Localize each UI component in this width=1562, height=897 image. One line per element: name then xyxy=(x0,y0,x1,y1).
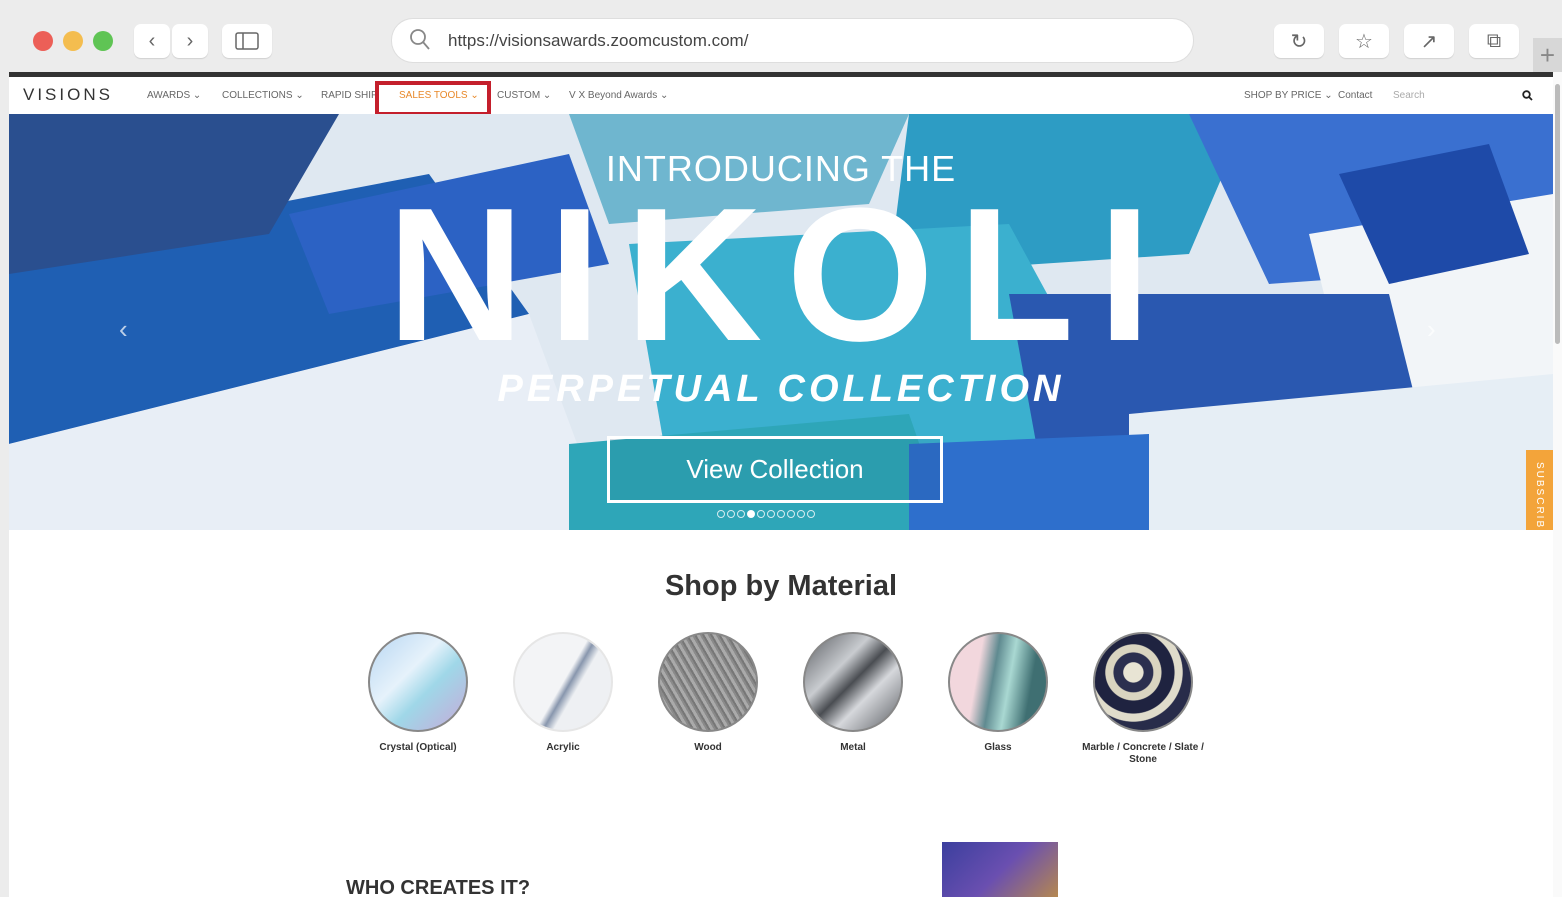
reload-button[interactable]: ↻ xyxy=(1274,24,1324,58)
minimize-window-button[interactable] xyxy=(63,31,83,51)
close-window-button[interactable] xyxy=(33,31,53,51)
search-icon[interactable] xyxy=(1522,90,1533,101)
hero-carousel: INTRODUCING THE NIKOLI PERPETUAL COLLECT… xyxy=(9,114,1553,530)
nav-collections[interactable]: COLLECTIONS ⌄ xyxy=(222,90,304,101)
crystal-thumbnail xyxy=(368,632,468,732)
nav-contact[interactable]: Contact xyxy=(1338,90,1372,101)
nav-vx-beyond-awards[interactable]: V X Beyond Awards ⌄ xyxy=(569,90,668,101)
material-wood[interactable]: Wood xyxy=(633,632,783,754)
material-label: Glass xyxy=(984,742,1012,753)
zoom-window-button[interactable] xyxy=(93,31,113,51)
sidebar-toggle-button[interactable] xyxy=(222,24,272,58)
material-marble[interactable]: Marble / Concrete / Slate / Stone xyxy=(1068,632,1218,766)
new-tab-button[interactable]: + xyxy=(1533,38,1562,72)
material-label: Acrylic xyxy=(546,742,580,753)
carousel-prev-icon[interactable]: ‹ xyxy=(119,314,128,345)
tabs-button[interactable]: ⧉ xyxy=(1469,24,1519,58)
forward-button[interactable]: › xyxy=(172,24,208,58)
hero-headline: NIKOLI xyxy=(387,169,1175,381)
product-image xyxy=(942,842,1058,897)
sidebar-icon xyxy=(235,32,259,50)
marble-thumbnail xyxy=(1093,632,1193,732)
material-metal[interactable]: Metal xyxy=(778,632,928,754)
share-button[interactable]: ↗ xyxy=(1404,24,1454,58)
carousel-dot[interactable] xyxy=(727,510,735,518)
carousel-next-icon[interactable]: › xyxy=(1427,314,1436,345)
material-label: Crystal (Optical) xyxy=(379,742,457,753)
carousel-dot[interactable] xyxy=(787,510,795,518)
carousel-indicators xyxy=(717,510,815,518)
site-logo[interactable]: VISIONS xyxy=(23,85,113,105)
nav-sales-tools[interactable]: SALES TOOLS ⌄ xyxy=(399,90,479,101)
material-acrylic[interactable]: Acrylic xyxy=(488,632,638,754)
url-text: https://visionsawards.zoomcustom.com/ xyxy=(448,31,749,50)
view-collection-button[interactable]: View Collection xyxy=(607,436,943,503)
metal-thumbnail xyxy=(803,632,903,732)
chevron-left-icon: ‹ xyxy=(148,29,156,52)
nav-awards[interactable]: AWARDS ⌄ xyxy=(147,90,201,101)
glass-thumbnail xyxy=(948,632,1048,732)
bookmark-button[interactable]: ☆ xyxy=(1339,24,1389,58)
scrollbar-thumb[interactable] xyxy=(1555,84,1560,344)
share-icon: ↗ xyxy=(1420,30,1438,53)
subscribe-tab[interactable]: SUBSCRIBE xyxy=(1526,450,1553,530)
shop-by-material-title: Shop by Material xyxy=(664,570,898,602)
material-glass[interactable]: Glass xyxy=(923,632,1073,754)
nav-shop-by-price[interactable]: SHOP BY PRICE ⌄ xyxy=(1244,90,1333,101)
nav-custom[interactable]: CUSTOM ⌄ xyxy=(497,90,551,101)
carousel-dot[interactable] xyxy=(767,510,775,518)
back-button[interactable]: ‹ xyxy=(134,24,170,58)
carousel-dot[interactable] xyxy=(757,510,765,518)
who-creates-it-heading: WHO CREATES IT? xyxy=(346,877,531,897)
carousel-dot[interactable] xyxy=(717,510,725,518)
page-scrollbar[interactable] xyxy=(1553,72,1562,897)
tabs-icon: ⧉ xyxy=(1486,29,1502,52)
material-label: Marble / Concrete / Slate / Stone xyxy=(1082,742,1204,765)
chevron-right-icon: › xyxy=(186,29,194,52)
material-label: Metal xyxy=(840,742,866,753)
web-page: VISIONS AWARDS ⌄ COLLECTIONS ⌄ RAPID SHI… xyxy=(9,72,1553,897)
hero-subtitle: PERPETUAL COLLECTION xyxy=(497,368,1065,410)
address-bar[interactable]: https://visionsawards.zoomcustom.com/ xyxy=(392,19,1193,62)
carousel-dot[interactable] xyxy=(737,510,745,518)
reload-icon: ↻ xyxy=(1290,30,1308,53)
site-search-input[interactable]: Search xyxy=(1393,90,1425,101)
search-icon xyxy=(410,29,430,50)
wood-thumbnail xyxy=(658,632,758,732)
carousel-dot[interactable] xyxy=(747,510,755,518)
material-crystal[interactable]: Crystal (Optical) xyxy=(343,632,493,754)
carousel-dot[interactable] xyxy=(777,510,785,518)
nav-rapid-ship[interactable]: RAPID SHIP xyxy=(321,90,378,101)
carousel-dot[interactable] xyxy=(797,510,805,518)
carousel-dot[interactable] xyxy=(807,510,815,518)
browser-toolbar: ‹ › https://visionsawards.zoomcustom.com… xyxy=(0,0,1562,72)
site-nav: VISIONS AWARDS ⌄ COLLECTIONS ⌄ RAPID SHI… xyxy=(9,77,1553,116)
material-label: Wood xyxy=(694,742,722,753)
plus-icon: + xyxy=(1539,40,1556,70)
star-icon: ☆ xyxy=(1355,30,1373,53)
acrylic-thumbnail xyxy=(513,632,613,732)
